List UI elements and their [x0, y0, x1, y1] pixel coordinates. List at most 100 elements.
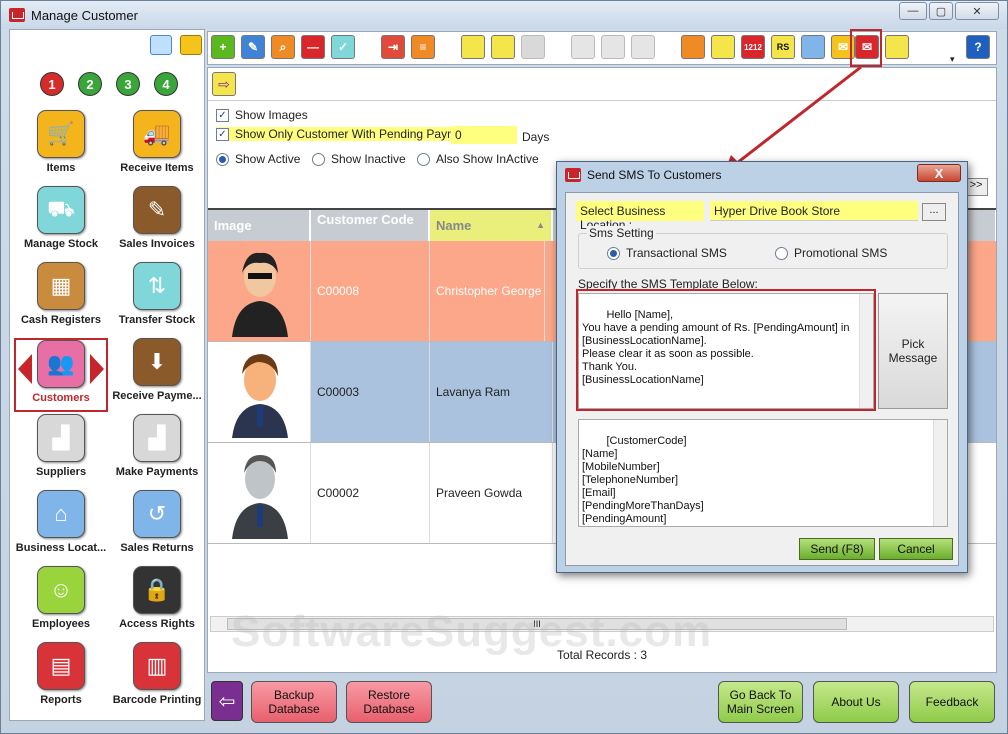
- group-icon[interactable]: [521, 35, 545, 59]
- sidebar-item-lock[interactable]: 🔒 Access Rights: [110, 566, 204, 640]
- show-inactive-option[interactable]: Show Inactive: [312, 152, 406, 166]
- promotional-option[interactable]: Promotional SMS: [775, 246, 887, 260]
- sidebar-item-receive-payment[interactable]: ⬇ Receive Payme...: [110, 338, 204, 412]
- add-icon[interactable]: +: [211, 35, 235, 59]
- table-icon[interactable]: [681, 35, 705, 59]
- navigate-icon[interactable]: ⇨: [212, 72, 236, 96]
- header-customer-code[interactable]: Customer Code: [311, 210, 429, 241]
- pending-only-checkbox[interactable]: ✓: [216, 127, 229, 141]
- sidebar-item-invoice[interactable]: ✎ Sales Invoices: [110, 186, 204, 260]
- next-arrow-icon[interactable]: [90, 354, 104, 384]
- sidebar-item-transfer[interactable]: ⇅ Transfer Stock: [110, 262, 204, 336]
- sidebar-item-factory-pay[interactable]: ▟ Make Payments: [110, 414, 204, 488]
- sidebar-item-label: Customers: [32, 392, 90, 404]
- step-1-button[interactable]: 1: [40, 72, 64, 96]
- gift-icon[interactable]: [491, 35, 515, 59]
- step-2-button[interactable]: 2: [78, 72, 102, 96]
- customer-photo-icon: [232, 252, 288, 337]
- restore-database-button[interactable]: Restore Database: [346, 681, 432, 723]
- browse-location-button[interactable]: ...: [922, 203, 946, 221]
- sidebar-item-employee[interactable]: ☺ Employees: [14, 566, 108, 640]
- statement-icon[interactable]: [801, 35, 825, 59]
- placeholder-list[interactable]: [CustomerCode] [Name] [MobileNumber] [Te…: [578, 419, 948, 527]
- import-icon[interactable]: ≡: [411, 35, 435, 59]
- invoice-icon: ✎: [133, 186, 181, 234]
- header-image[interactable]: Image: [208, 210, 310, 241]
- header-name[interactable]: Name ▲: [430, 210, 552, 241]
- search-icon[interactable]: [150, 35, 172, 55]
- also-inactive-label: Also Show InActive: [436, 152, 539, 166]
- sidebar-item-barcode[interactable]: ▥ Barcode Printing: [110, 642, 204, 716]
- dialog-cart-icon: [565, 168, 581, 182]
- transactional-option[interactable]: Transactional SMS: [607, 246, 727, 260]
- prev-arrow-icon[interactable]: [18, 354, 32, 384]
- step-3-button[interactable]: 3: [116, 72, 140, 96]
- pending-only-option[interactable]: ✓ Show Only Customer With Pending Paymen…: [216, 127, 480, 141]
- sidebar-item-customers[interactable]: 👥 Customers: [14, 338, 108, 412]
- close-button[interactable]: ✕: [955, 2, 999, 20]
- dialog-close-button[interactable]: X: [917, 164, 961, 182]
- sidebar-item-truck[interactable]: 🚚 Receive Items: [110, 110, 204, 184]
- show-images-checkbox[interactable]: ✓: [216, 108, 229, 122]
- help-icon[interactable]: ?: [966, 35, 990, 59]
- toolbar-overflow-icon[interactable]: ▾: [950, 54, 955, 65]
- pending-days-input[interactable]: 0: [451, 126, 517, 144]
- show-inactive-radio[interactable]: [312, 152, 325, 166]
- sidebar-item-cash-register[interactable]: ▦ Cash Registers: [14, 262, 108, 336]
- factory-pay-icon: ▟: [133, 414, 181, 462]
- edit-icon[interactable]: ✎: [241, 35, 265, 59]
- pick-message-button[interactable]: Pick Message: [878, 293, 948, 409]
- maximize-button[interactable]: ▢: [929, 2, 953, 20]
- sidebar-item-hand-truck[interactable]: ⛟ Manage Stock: [14, 186, 108, 260]
- sidebar-item-store[interactable]: ⌂ Business Locat...: [14, 490, 108, 564]
- calendar-icon[interactable]: 1212: [741, 35, 765, 59]
- barcode-icon: ▥: [133, 642, 181, 690]
- columns-icon[interactable]: [711, 35, 735, 59]
- back-arrow-icon[interactable]: ⇦: [211, 681, 243, 721]
- promotional-radio[interactable]: [775, 246, 788, 260]
- disabled-tool-3-icon: [631, 35, 655, 59]
- show-active-radio[interactable]: [216, 152, 229, 166]
- feedback-button[interactable]: Feedback: [909, 681, 995, 723]
- sidebar-item-label: Business Locat...: [15, 542, 107, 554]
- sidebar-item-report-scroll[interactable]: ▤ Reports: [14, 642, 108, 716]
- location-label: Select Business Location :: [576, 201, 704, 232]
- show-images-option[interactable]: ✓ Show Images: [216, 108, 308, 122]
- sidebar-item-cart[interactable]: 🛒 Items: [14, 110, 108, 184]
- sms-setting-label: Sms Setting: [587, 226, 656, 240]
- new-document-icon[interactable]: [461, 35, 485, 59]
- location-field[interactable]: Hyper Drive Book Store: [710, 201, 918, 221]
- go-back-main-button[interactable]: Go Back To Main Screen: [718, 681, 803, 723]
- sidebar-item-label: Transfer Stock: [118, 314, 196, 326]
- sidebar-item-label: Sales Invoices: [119, 238, 195, 250]
- delete-icon[interactable]: —: [301, 35, 325, 59]
- windows-icon[interactable]: [180, 35, 202, 55]
- rs-icon[interactable]: RS: [771, 35, 795, 59]
- sidebar-item-factory[interactable]: ▟ Suppliers: [14, 414, 108, 488]
- minimize-button[interactable]: —: [899, 2, 927, 20]
- hand-truck-icon: ⛟: [37, 186, 85, 234]
- show-active-option[interactable]: Show Active: [216, 152, 300, 166]
- customer-photo-icon: [232, 455, 288, 539]
- disabled-tool-1-icon: [571, 35, 595, 59]
- cancel-button[interactable]: Cancel: [879, 538, 953, 560]
- step-4-button[interactable]: 4: [154, 72, 178, 96]
- factory-icon: ▟: [37, 414, 85, 462]
- send-button[interactable]: Send (F8): [799, 538, 875, 560]
- about-us-button[interactable]: About Us: [813, 681, 899, 723]
- search-record-icon[interactable]: ⌕: [271, 35, 295, 59]
- also-inactive-radio[interactable]: [417, 152, 430, 166]
- export-icon[interactable]: ⇥: [381, 35, 405, 59]
- also-inactive-option[interactable]: Also Show InActive: [417, 152, 539, 166]
- disabled-tool-2-icon: [601, 35, 625, 59]
- window-title: Manage Customer: [31, 7, 138, 23]
- customer-photo-icon: [232, 354, 288, 438]
- sidebar-item-label: Cash Registers: [20, 314, 102, 326]
- sms-history-icon[interactable]: [885, 35, 909, 59]
- sidebar-item-label: Barcode Printing: [112, 694, 202, 706]
- transactional-radio[interactable]: [607, 246, 620, 260]
- broom-icon[interactable]: ✓: [331, 35, 355, 59]
- backup-database-button[interactable]: Backup Database: [251, 681, 337, 723]
- placeholder-scrollbar[interactable]: [933, 420, 947, 526]
- sidebar-item-return-cart[interactable]: ↺ Sales Returns: [110, 490, 204, 564]
